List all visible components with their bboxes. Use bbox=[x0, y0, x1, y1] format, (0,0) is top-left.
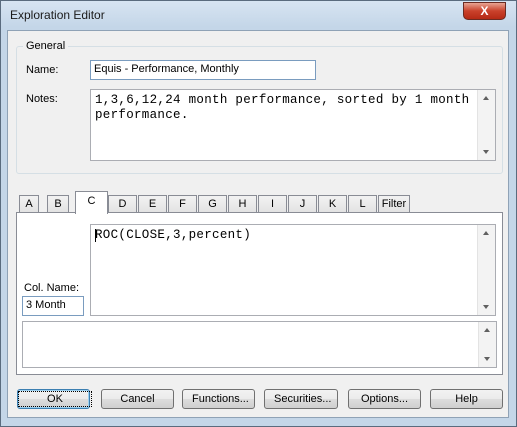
close-icon: X bbox=[480, 4, 489, 18]
tab-b[interactable]: B bbox=[47, 195, 69, 213]
tab-filter-label: Filter bbox=[381, 198, 407, 210]
formula-text: ROC(CLOSE,3,percent) bbox=[95, 228, 252, 242]
tab-f-label: F bbox=[179, 198, 186, 210]
scroll-up-icon[interactable] bbox=[483, 96, 489, 100]
functions-button-label: Functions... bbox=[192, 393, 249, 405]
tab-i-label: I bbox=[270, 198, 275, 210]
tab-b-label: B bbox=[54, 198, 62, 210]
close-button[interactable]: X bbox=[463, 2, 506, 20]
tab-c-label: C bbox=[87, 195, 96, 207]
securities-button[interactable]: Securities... bbox=[264, 389, 338, 409]
tab-j[interactable]: J bbox=[288, 195, 317, 213]
scroll-down-icon[interactable] bbox=[483, 150, 489, 154]
tab-h-label: H bbox=[238, 198, 247, 210]
title-bar[interactable]: Exploration Editor X bbox=[1, 1, 516, 27]
tab-e[interactable]: E bbox=[138, 195, 167, 213]
securities-button-label: Securities... bbox=[274, 393, 332, 405]
tab-h[interactable]: H bbox=[228, 195, 257, 213]
name-field[interactable]: Equis - Performance, Monthly bbox=[90, 60, 316, 80]
cancel-button[interactable]: Cancel bbox=[101, 389, 174, 409]
help-button-label: Help bbox=[455, 393, 478, 405]
tab-k[interactable]: K bbox=[318, 195, 347, 213]
secondary-scrollbar[interactable] bbox=[478, 322, 496, 367]
name-label: Name: bbox=[26, 64, 59, 76]
notes-textarea[interactable]: 1,3,6,12,24 month performance, sorted by… bbox=[90, 89, 496, 161]
tab-d[interactable]: D bbox=[108, 195, 137, 213]
tab-k-label: K bbox=[328, 198, 337, 210]
notes-text: 1,3,6,12,24 month performance, sorted by… bbox=[95, 93, 478, 122]
window-title: Exploration Editor bbox=[10, 8, 105, 22]
name-field-value: Equis - Performance, Monthly bbox=[94, 63, 239, 75]
text-caret bbox=[95, 229, 96, 242]
col-name-value: 3 Month bbox=[26, 299, 66, 311]
col-name-field[interactable]: 3 Month bbox=[22, 296, 84, 316]
notes-label: Notes: bbox=[26, 93, 58, 105]
ok-button-label: OK bbox=[18, 391, 92, 407]
tab-g[interactable]: G bbox=[198, 195, 227, 213]
tab-g-label: G bbox=[208, 198, 217, 210]
tab-j-label: J bbox=[299, 198, 306, 210]
options-button[interactable]: Options... bbox=[348, 389, 421, 409]
options-button-label: Options... bbox=[360, 393, 409, 405]
functions-button[interactable]: Functions... bbox=[182, 389, 255, 409]
cancel-button-label: Cancel bbox=[120, 393, 155, 405]
scroll-up-icon[interactable] bbox=[484, 328, 490, 332]
general-group-label: General bbox=[23, 40, 69, 52]
notes-scrollbar[interactable] bbox=[477, 90, 495, 160]
tab-f[interactable]: F bbox=[168, 195, 197, 213]
scroll-up-icon[interactable] bbox=[483, 231, 489, 235]
help-button[interactable]: Help bbox=[430, 389, 503, 409]
tab-a-label: A bbox=[25, 198, 33, 210]
formula-scrollbar[interactable] bbox=[477, 225, 495, 315]
tab-d-label: D bbox=[118, 198, 127, 210]
tab-l-label: L bbox=[359, 198, 366, 210]
tab-c[interactable]: C bbox=[75, 191, 108, 214]
scroll-down-icon[interactable] bbox=[483, 305, 489, 309]
ok-button[interactable]: OK bbox=[17, 389, 92, 409]
tab-a[interactable]: A bbox=[19, 195, 39, 213]
formula-textarea[interactable]: ROC(CLOSE,3,percent) bbox=[90, 224, 496, 316]
tab-filter[interactable]: Filter bbox=[378, 195, 410, 213]
scroll-down-icon[interactable] bbox=[484, 357, 490, 361]
tab-l[interactable]: L bbox=[348, 195, 377, 213]
col-name-label: Col. Name: bbox=[24, 282, 80, 294]
secondary-textarea[interactable] bbox=[22, 321, 497, 368]
tab-i[interactable]: I bbox=[258, 195, 287, 213]
tab-e-label: E bbox=[148, 198, 157, 210]
